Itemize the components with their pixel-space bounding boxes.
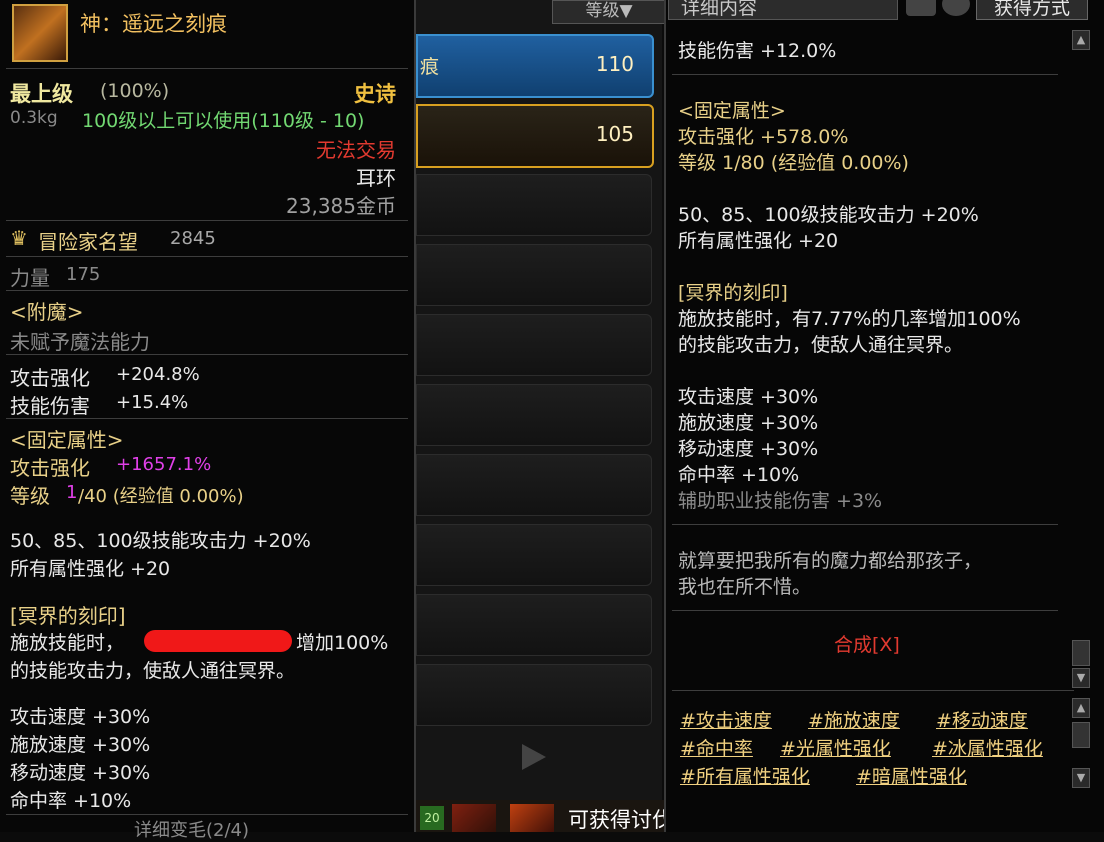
redaction-mark (144, 630, 292, 652)
underworld-line2: 的技能攻击力，使敌人通往冥界。 (10, 660, 296, 682)
stat-value: 175 (66, 264, 101, 285)
scroll-up-icon[interactable]: ▲ (1072, 30, 1090, 50)
r-support-line: 辅助职业技能伤害 +3% (678, 490, 883, 512)
obtain-method-button[interactable]: 获得方式 (976, 0, 1088, 20)
all-attr-line: 所有属性强化 +20 (10, 558, 171, 580)
grade-label: 最上级 (10, 82, 73, 106)
next-arrow-icon[interactable] (522, 744, 546, 770)
stat-label: 力量 (10, 266, 50, 290)
tag-attack-speed[interactable]: #攻击速度 (680, 706, 772, 733)
speed-line-4: 命中率 +10% (10, 790, 132, 812)
r-speed-4: 命中率 +10% (678, 464, 800, 486)
r-attack: 攻击强化 +578.0% (678, 126, 849, 148)
fame-icon: ♛ (10, 226, 28, 250)
r-skill-atk: 50、85、100级技能攻击力 +20% (678, 204, 979, 226)
grade-pct: (100%) (100, 80, 170, 102)
skill-icon-2[interactable] (510, 804, 554, 832)
r-underworld-line1: 施放技能时，有7.77%的几率增加100% (678, 308, 1021, 330)
r-speed-1: 攻击速度 +30% (678, 386, 819, 408)
tag-dark-enh[interactable]: #暗属性强化 (856, 762, 967, 789)
fixed-attack-value: +1657.1% (116, 454, 212, 475)
skill-icon-1[interactable] (452, 804, 496, 832)
tag-light-enh[interactable]: #光属性强化 (780, 734, 891, 761)
list-slot-4[interactable] (416, 244, 652, 306)
detail-panel: 详细内容 获得方式 技能伤害 +12.0% <固定属性> 攻击强化 +578.0… (664, 0, 1104, 832)
item-tooltip: 神：遥远之刻痕 最上级 (100%) 史诗 0.3kg 100级以上可以使用(1… (0, 0, 416, 841)
list-slot-1[interactable]: 痕 110 (416, 34, 654, 98)
speed-line-2: 施放速度 +30% (10, 734, 151, 756)
r-underworld-line2: 的技能攻击力，使敌人通往冥界。 (678, 334, 964, 356)
list-slot-6[interactable] (416, 384, 652, 446)
sort-header[interactable]: 等级▼ (552, 0, 666, 24)
tags-scroll-down-icon[interactable]: ▼ (1072, 768, 1090, 788)
level-line-b: 1 (66, 482, 78, 503)
level-requirement: 100级以上可以使用(110级 - 10) (82, 110, 365, 132)
r-skill-dmg: 技能伤害 +12.0% (678, 40, 837, 62)
level-line-a: 等级 (10, 484, 50, 508)
skill-atk-line: 50、85、100级技能攻击力 +20% (10, 530, 311, 552)
slot1-level: 110 (595, 52, 634, 76)
r-all-attr: 所有属性强化 +20 (678, 230, 839, 252)
item-icon (12, 4, 68, 62)
detail-tab[interactable]: 详细内容 (668, 0, 898, 20)
speed-line-1: 攻击速度 +30% (10, 706, 151, 728)
r-fixed-header: <固定属性> (678, 100, 786, 122)
badge-icon[interactable]: 20 (420, 806, 444, 830)
cut-line: 详细变毛(2/4) (134, 820, 250, 841)
level-line-c: /40 (经验值 0.00%) (78, 486, 244, 507)
weight: 0.3kg (10, 108, 58, 128)
underworld-line1-a: 施放技能时， (10, 632, 125, 654)
scroll-thumb[interactable] (1072, 640, 1090, 666)
synth-link[interactable]: 合成[X] (834, 630, 900, 657)
tags-scroll-thumb[interactable] (1072, 722, 1090, 748)
flavor-line-1: 就算要把我所有的魔力都给那孩子， (678, 550, 983, 572)
underworld-header: [冥界的刻印] (10, 604, 126, 628)
underworld-line1-b: 增加100% (296, 632, 389, 654)
tag-cast-speed[interactable]: #施放速度 (808, 706, 900, 733)
skill-dmg-label: 技能伤害 (10, 394, 90, 418)
enchant-header: <附魔> (10, 300, 84, 324)
skill-dmg-value: +15.4% (116, 392, 189, 413)
scroll-down-icon[interactable]: ▼ (1072, 668, 1090, 688)
list-slot-10[interactable] (416, 664, 652, 726)
list-slot-8[interactable] (416, 524, 652, 586)
slot2-level: 105 (595, 122, 634, 146)
list-slot-3[interactable] (416, 174, 652, 236)
item-name: 神：遥远之刻痕 (80, 12, 227, 36)
price: 23,385金币 (286, 194, 396, 218)
r-level: 等级 1/80 (经验值 0.00%) (678, 152, 909, 174)
slot-type: 耳环 (356, 166, 396, 190)
settings-icon[interactable] (906, 0, 936, 16)
tag-all-enh[interactable]: #所有属性强化 (680, 762, 810, 789)
tag-move-speed[interactable]: #移动速度 (936, 706, 1028, 733)
speed-line-3: 移动速度 +30% (10, 762, 151, 784)
attack-value: +204.8% (116, 364, 200, 385)
enchant-text: 未赋予魔法能力 (10, 330, 150, 354)
tag-hit-rate[interactable]: #命中率 (680, 734, 753, 761)
fame-value: 2845 (170, 228, 216, 249)
tags-scroll-up-icon[interactable]: ▲ (1072, 698, 1090, 718)
r-speed-2: 施放速度 +30% (678, 412, 819, 434)
list-slot-7[interactable] (416, 454, 652, 516)
trade-status: 无法交易 (316, 138, 396, 162)
fixed-header: <固定属性> (10, 428, 124, 452)
fixed-attack-label: 攻击强化 (10, 456, 90, 480)
list-slot-9[interactable] (416, 594, 652, 656)
attack-label: 攻击强化 (10, 366, 90, 390)
list-slot-2[interactable]: 105 (416, 104, 654, 168)
tag-ice-enh[interactable]: #冰属性强化 (932, 734, 1043, 761)
slot1-text: 痕 (420, 56, 440, 78)
fame-label: 冒险家名望 (38, 230, 138, 254)
r-underworld-header: [冥界的刻印] (678, 282, 788, 304)
rarity-label: 史诗 (354, 82, 396, 106)
r-speed-3: 移动速度 +30% (678, 438, 819, 460)
flavor-line-2: 我也在所不惜。 (678, 576, 812, 598)
list-slot-5[interactable] (416, 314, 652, 376)
info-icon[interactable] (942, 0, 970, 16)
